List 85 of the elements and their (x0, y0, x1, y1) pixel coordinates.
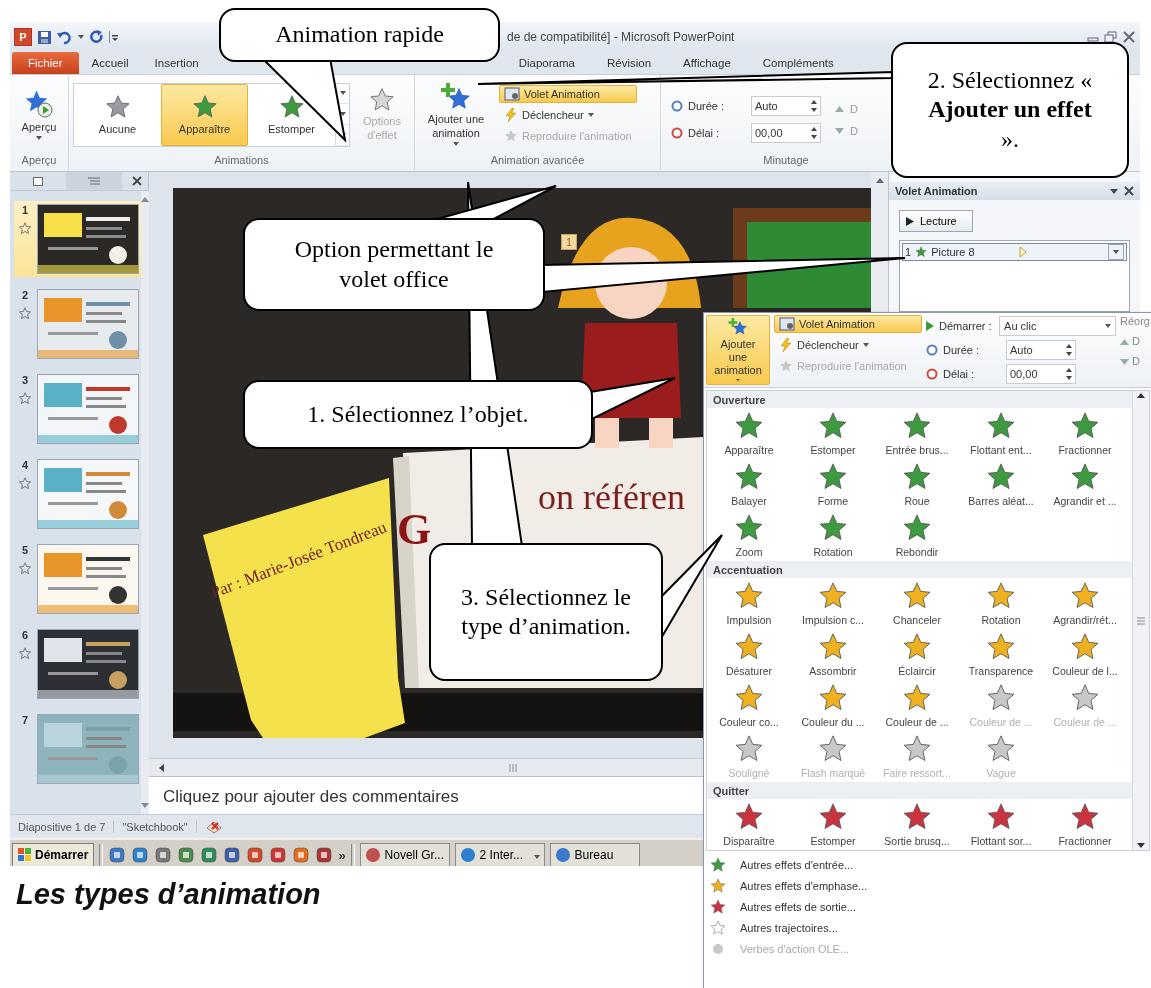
section-header: Quitter (707, 782, 1132, 799)
section-header: Accentuation (707, 561, 1132, 578)
effect-item[interactable]: Agrandir/rét... (1043, 578, 1127, 629)
effect-item[interactable]: Fractionner (1043, 799, 1127, 850)
slide-title: on référen (538, 476, 685, 518)
spin-field[interactable]: Auto (751, 96, 821, 116)
ribbon-tab[interactable]: Compléments (749, 52, 847, 74)
group-label: Aperçu (20, 154, 58, 168)
effect-item[interactable]: Entrée brus... (875, 408, 959, 459)
menu-item[interactable]: Autres trajectoires... (704, 917, 1151, 938)
taskbar-button[interactable]: Novell Gr... (359, 843, 450, 866)
effect-item[interactable]: Transparence (959, 629, 1043, 680)
menu-item[interactable]: Autres effets d'entrée... (704, 854, 1151, 875)
effect-item[interactable]: Couleur de ... (875, 680, 959, 731)
effect-item[interactable]: Impulsion (707, 578, 791, 629)
pane-title: Volet Animation (895, 185, 978, 197)
field-label: Délai : (926, 367, 1000, 380)
effect-item[interactable]: Fractionner (1043, 408, 1127, 459)
ribbon-tab[interactable]: Révision (593, 52, 665, 74)
overflow-button[interactable]: » (338, 847, 346, 863)
add-animation-button[interactable]: Ajouter une animation (419, 80, 493, 149)
spin-field[interactable]: Auto (1006, 340, 1076, 360)
theme-name: "Sketchbook" (114, 820, 197, 833)
slide-number: 1 (21, 204, 29, 216)
reorder-label: Réorg (1120, 315, 1150, 327)
ribbon-button[interactable]: Volet Animation (774, 315, 922, 333)
effect-item[interactable]: Apparaître (707, 408, 791, 459)
slide-number: 5 (21, 544, 29, 556)
slide-number: 4 (21, 459, 29, 471)
group-label: Animations (213, 154, 270, 168)
callout: 2. Sélectionnez « Ajouter un effet ». (891, 42, 1129, 178)
slide-counter: Diapositive 1 de 7 (10, 820, 115, 833)
menu-item[interactable]: Autres effets de sortie... (704, 896, 1151, 917)
field-label: Délai : (671, 127, 745, 139)
ribbon-tab[interactable]: Fichier (12, 52, 79, 74)
effect-item[interactable]: Rotation (959, 578, 1043, 629)
effect-item[interactable]: Barres aléat... (959, 459, 1043, 510)
effect-item[interactable]: Couleur de l... (1043, 629, 1127, 680)
app-icon: P (14, 28, 32, 46)
spin-field[interactable]: 00,00 (751, 123, 821, 143)
effect-item[interactable]: Balayer (707, 459, 791, 510)
taskbar-button[interactable]: 2 Inter... (454, 843, 545, 866)
slide-number: 2 (21, 289, 29, 301)
effect-item[interactable]: Agrandir et ... (1043, 459, 1127, 510)
effect-item[interactable]: Roue (875, 459, 959, 510)
slide-number: 3 (21, 374, 29, 386)
effect-item[interactable]: Zoom (707, 510, 791, 561)
spin-field[interactable]: 00,00 (1006, 363, 1076, 384)
start-select[interactable]: Au clic (999, 316, 1116, 337)
add-animation-button[interactable]: Ajouter une animation (706, 315, 770, 385)
gallery-item[interactable]: Apparaître (161, 83, 248, 146)
animation-item[interactable]: 1 Picture 8 (902, 243, 1127, 261)
window-title: de de compatibilité] - Microsoft PowerPoint (507, 30, 735, 44)
menu-item[interactable]: Autres effets d'emphase... (704, 875, 1151, 896)
field-label: Durée : (671, 100, 745, 112)
effect-item[interactable]: Chanceler (875, 578, 959, 629)
effect-item[interactable]: Désaturer (707, 629, 791, 680)
effect-item[interactable]: Sortie brusq... (875, 799, 959, 850)
ribbon-button[interactable]: Déclencheur (499, 105, 637, 124)
play-button[interactable]: Lecture (899, 210, 973, 232)
section-header: Ouverture (707, 391, 1132, 408)
preview-button[interactable]: Aperçu (17, 85, 61, 144)
animation-tag[interactable]: 1 (561, 234, 577, 250)
move-earlier-button[interactable]: D (1120, 335, 1150, 347)
effect-item[interactable]: Éclaircir (875, 629, 959, 680)
field-label: Démarrer : (926, 320, 994, 333)
effect-item[interactable]: Couleur co... (707, 680, 791, 731)
caption: Les types d’animation (16, 878, 321, 911)
ribbon-tab[interactable]: Accueil (78, 52, 142, 74)
slide-title: G (397, 508, 432, 552)
ribbon-tab[interactable]: Affichage (670, 52, 744, 74)
group-label: Minutage (762, 154, 810, 168)
slide-number: 7 (21, 714, 29, 726)
start-button[interactable]: Démarrer (12, 843, 95, 866)
ribbon-tab[interactable]: Diaporama (505, 52, 588, 74)
effect-item[interactable]: Rebondir (875, 510, 959, 561)
effect-item[interactable]: Flottant ent... (959, 408, 1043, 459)
gallery-item[interactable]: Aucune (74, 83, 161, 146)
group-label: Animation avancée (489, 154, 586, 168)
ribbon-tab[interactable]: Insertion (141, 52, 212, 74)
taskbar-button[interactable]: Bureau (549, 843, 640, 866)
field-label: Durée : (926, 344, 1000, 356)
effect-item[interactable]: Flottant sor... (959, 799, 1043, 850)
slide-number: 6 (21, 629, 29, 641)
ribbon-button[interactable]: Volet Animation (499, 84, 637, 103)
